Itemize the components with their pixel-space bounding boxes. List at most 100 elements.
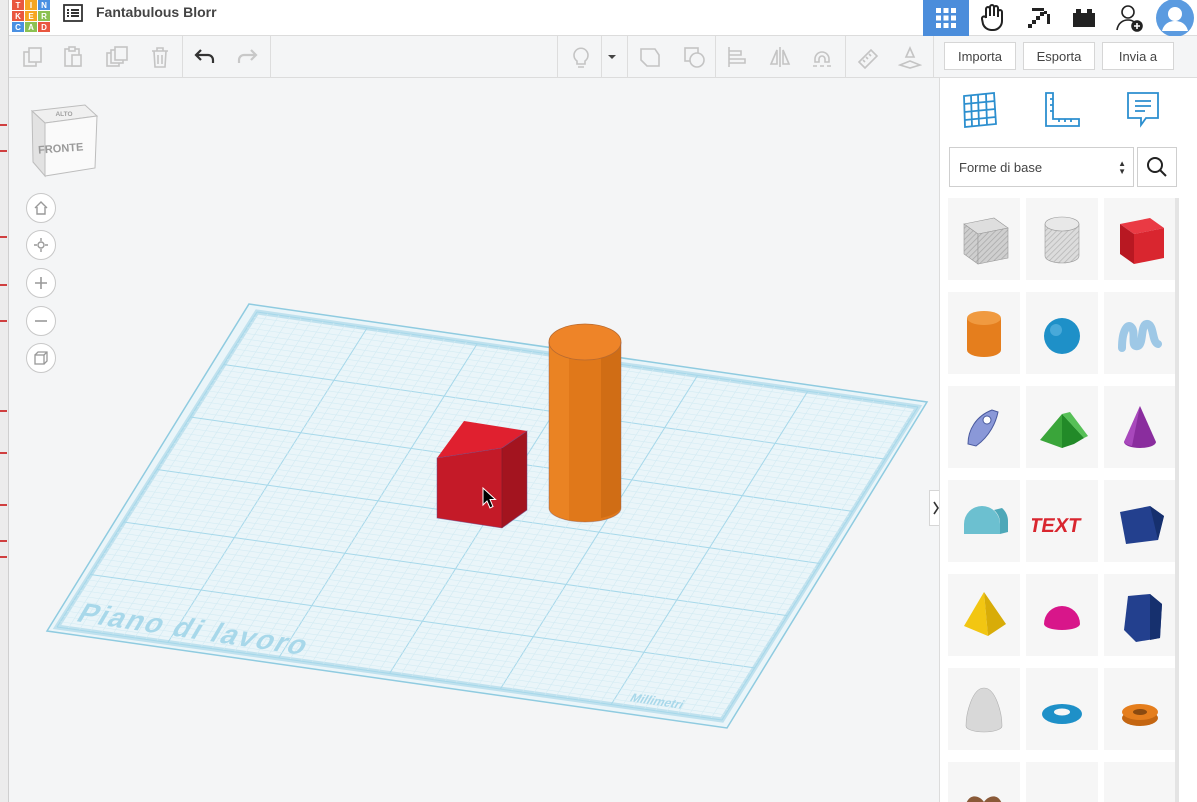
workplane-icon[interactable] <box>898 45 922 69</box>
minus-icon <box>35 320 47 322</box>
add-user-icon[interactable] <box>1107 0 1153 36</box>
shape-tile-cone[interactable] <box>1104 386 1176 468</box>
logo-letter: A <box>25 22 37 32</box>
fit-view-button[interactable] <box>26 230 56 260</box>
polygon-icon <box>1124 594 1162 642</box>
panel-scrollbar[interactable] <box>1175 198 1179 802</box>
shape-tile-torus[interactable] <box>1026 668 1098 750</box>
shape-tile-cylinder-hole[interactable] <box>1026 198 1098 280</box>
cone-icon <box>1124 406 1156 448</box>
ruler-icon[interactable] <box>856 45 880 69</box>
background-window-edge <box>0 0 9 802</box>
round-roof-icon <box>964 506 1009 534</box>
shape-tile-pyramid[interactable] <box>948 574 1020 656</box>
shape-tile-star[interactable] <box>1104 762 1176 802</box>
star-blue-icon <box>1032 768 1092 802</box>
svg-text:TEXT: TEXT <box>1032 515 1083 537</box>
orange-cylinder[interactable] <box>548 323 622 523</box>
design-list-icon[interactable] <box>63 4 83 22</box>
top-right-nav <box>923 0 1197 37</box>
export-button[interactable]: Esporta <box>1023 42 1095 70</box>
paste-icon[interactable] <box>61 45 85 69</box>
undo-icon[interactable] <box>193 45 217 69</box>
shape-tile-half-sphere[interactable] <box>1026 574 1098 656</box>
ruler-tool-icon[interactable] <box>1042 90 1082 130</box>
logo-letter: K <box>12 11 24 21</box>
pyramid-icon <box>964 592 1006 636</box>
magnet-icon[interactable] <box>810 45 834 69</box>
sphere-icon <box>1044 318 1080 354</box>
lego-brick-icon[interactable] <box>1061 0 1107 36</box>
edit-toolbar: Importa Esporta Invia a <box>9 36 1197 78</box>
shape-tile-heart[interactable] <box>948 762 1020 802</box>
shape-tile-box-hole[interactable] <box>948 198 1020 280</box>
viewcube-top-label[interactable]: ALTO <box>55 111 72 118</box>
home-view-button[interactable] <box>26 193 56 223</box>
delete-icon[interactable] <box>148 45 172 69</box>
roof-icon <box>1040 412 1088 448</box>
perspective-cube-icon <box>34 351 48 365</box>
box-icon <box>1120 218 1164 264</box>
torus-icon <box>1042 704 1082 724</box>
dropdown-caret-icon[interactable] <box>605 45 619 69</box>
redo-icon[interactable] <box>235 45 259 69</box>
shape-tile-box[interactable] <box>1104 198 1176 280</box>
logo-letter: D <box>38 22 50 32</box>
user-avatar-icon[interactable] <box>1153 0 1197 37</box>
view-cube[interactable]: ALTO FRONTE <box>30 104 99 178</box>
copy-icon[interactable] <box>21 45 45 69</box>
3d-design-grid-icon[interactable] <box>923 0 969 36</box>
lightbulb-icon[interactable] <box>569 45 593 69</box>
cylinder-icon <box>967 311 1001 357</box>
logo-letter: N <box>38 0 50 10</box>
shape-tile-round-roof[interactable] <box>948 480 1020 562</box>
import-button[interactable]: Importa <box>944 42 1016 70</box>
half-sphere-icon <box>1044 606 1080 630</box>
select-arrows-icon: ▲ ▼ <box>1118 159 1126 176</box>
zoom-out-button[interactable] <box>26 306 56 336</box>
workplane-grid-icon[interactable] <box>960 90 1000 130</box>
heart-icon <box>966 796 1002 802</box>
shape-generator-icon <box>967 409 999 447</box>
paraboloid-icon <box>965 687 1003 733</box>
zoom-in-button[interactable] <box>26 268 56 298</box>
shape-tile-paraboloid[interactable] <box>948 668 1020 750</box>
design-title[interactable]: Fantabulous Blorr <box>96 4 217 20</box>
shape-tile-roof[interactable] <box>1026 386 1098 468</box>
shape-tile-tube[interactable] <box>1104 668 1176 750</box>
shape-tile-star-blue[interactable] <box>1026 762 1098 802</box>
perspective-button[interactable] <box>26 343 56 373</box>
tinkercad-editor: TINKERCAD Fantabulous Blorr Importa Espo… <box>0 0 1197 802</box>
tinkercad-logo[interactable]: TIN KER CAD <box>12 0 52 33</box>
shape-tile-sphere[interactable] <box>1026 292 1098 374</box>
mirror-icon[interactable] <box>768 45 792 69</box>
codeblocks-hand-icon[interactable] <box>969 0 1015 36</box>
search-icon <box>1147 157 1167 177</box>
align-icon[interactable] <box>725 45 749 69</box>
shape-tile-cylinder[interactable] <box>948 292 1020 374</box>
minecraft-pickaxe-icon[interactable] <box>1015 0 1061 36</box>
star-icon <box>1110 768 1170 802</box>
shape-tile-shape-generator[interactable] <box>948 386 1020 468</box>
fit-selection-icon <box>34 238 48 252</box>
shape-category-select[interactable]: Forme di base ▲ ▼ <box>949 147 1134 187</box>
tube-icon <box>1122 704 1158 726</box>
logo-letter: T <box>12 0 24 10</box>
notes-icon[interactable] <box>1123 90 1163 130</box>
home-icon <box>34 201 48 215</box>
shape-tile-text[interactable]: TEXT <box>1026 480 1098 562</box>
logo-letter: I <box>25 0 37 10</box>
workplane-scene[interactable]: Piano di lavoro Millimetri ALTO FRONTE <box>9 78 939 802</box>
ungroup-icon[interactable] <box>682 45 706 69</box>
shape-tile-wedge[interactable] <box>1104 480 1176 562</box>
3d-workspace[interactable]: Piano di lavoro Millimetri ALTO FRONTE <box>9 78 943 802</box>
logo-letter: C <box>12 22 24 32</box>
scribble-icon <box>1118 320 1162 352</box>
shape-tile-scribble[interactable] <box>1104 292 1176 374</box>
duplicate-icon[interactable] <box>105 45 129 69</box>
logo-letter: R <box>38 11 50 21</box>
send-to-button[interactable]: Invia a <box>1102 42 1174 70</box>
group-icon[interactable] <box>638 45 662 69</box>
shape-tile-polygon[interactable] <box>1104 574 1176 656</box>
search-button[interactable] <box>1137 147 1177 187</box>
